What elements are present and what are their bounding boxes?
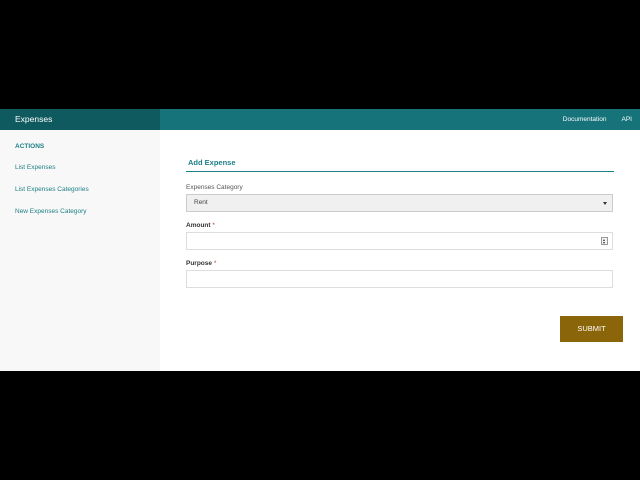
spinner-up-icon[interactable] [603,238,605,241]
form-title: Add Expense [188,158,236,167]
purpose-label-text: Purpose [186,260,213,267]
form-title-divider [186,171,614,172]
category-label: Expenses Category [186,184,243,191]
sidebar-item-new-expenses-category[interactable]: New Expenses Category [15,208,87,215]
documentation-link[interactable]: Documentation [563,109,607,130]
category-select[interactable]: Rent [186,194,613,212]
purpose-label: Purpose * [186,260,216,267]
main-content: Add Expense Expenses Category Rent Amoun… [160,130,640,371]
spinner-icon[interactable] [601,237,608,245]
api-link[interactable]: API [622,109,632,130]
sidebar-heading: ACTIONS [15,143,45,150]
submit-button[interactable]: SUBMIT [560,316,623,342]
sidebar: ACTIONS List Expenses List Expenses Cate… [0,130,160,371]
sidebar-item-list-expenses[interactable]: List Expenses [15,164,55,171]
amount-label-text: Amount [186,222,211,229]
top-navbar: Expenses Documentation API [0,109,640,130]
category-selected-value: Rent [194,199,208,206]
sidebar-item-list-expenses-categories[interactable]: List Expenses Categories [15,186,89,193]
app-title[interactable]: Expenses [0,109,160,130]
required-marker: * [213,260,217,267]
amount-input[interactable] [186,232,613,250]
amount-label: Amount * [186,222,215,229]
spinner-down-icon[interactable] [603,241,605,244]
required-marker: * [212,222,215,229]
top-nav-links: Documentation API [563,109,632,130]
app-window: Expenses Documentation API ACTIONS List … [0,109,640,371]
purpose-input[interactable] [186,270,613,288]
caret-down-icon [603,202,607,205]
